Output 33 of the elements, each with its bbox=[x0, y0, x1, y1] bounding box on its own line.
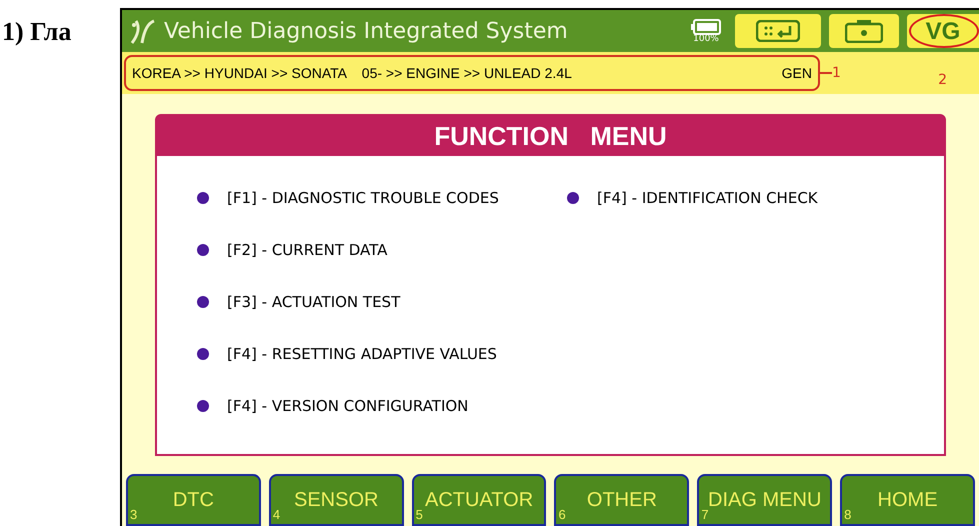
function-button[interactable]: OTHER 6 bbox=[554, 474, 690, 526]
button-number: 7 bbox=[701, 506, 709, 524]
logo-icon bbox=[128, 17, 156, 45]
window-title: Vehicle Diagnosis Integrated System bbox=[164, 18, 568, 46]
keyboard-button[interactable] bbox=[735, 14, 821, 48]
button-number: 6 bbox=[558, 506, 566, 524]
panel-title: FUNCTION MENU bbox=[434, 120, 667, 152]
camera-button[interactable] bbox=[829, 14, 899, 48]
keyboard-icon bbox=[756, 20, 800, 42]
menu-item[interactable]: [F4] - RESETTING ADAPTIVE VALUES bbox=[227, 342, 497, 366]
vg-button[interactable]: VG bbox=[907, 14, 979, 48]
function-button[interactable]: DTC 3 bbox=[126, 474, 261, 526]
function-button[interactable]: ACTUATOR 5 bbox=[412, 474, 546, 526]
annotation-number: 2 bbox=[938, 70, 947, 90]
breadcrumb-tag: GEN bbox=[782, 62, 812, 84]
button-number: 4 bbox=[272, 506, 280, 524]
function-button[interactable]: DIAG MENU 7 bbox=[697, 474, 832, 526]
menu-item[interactable]: [F1] - DIAGNOSTIC TROUBLE CODES bbox=[227, 186, 499, 210]
button-number: 5 bbox=[416, 506, 423, 524]
highlight-ellipse bbox=[909, 14, 979, 48]
button-number: 3 bbox=[130, 506, 138, 524]
battery-icon bbox=[691, 18, 721, 34]
function-button[interactable]: SENSOR 4 bbox=[268, 474, 404, 526]
menu-item[interactable]: [F3] - ACTUATION TEST bbox=[227, 290, 400, 314]
annotation-number: 1 bbox=[832, 64, 841, 82]
camera-icon bbox=[845, 19, 883, 43]
function-button[interactable]: HOME 8 bbox=[840, 474, 975, 526]
button-number: 8 bbox=[844, 506, 852, 524]
document-heading: 1) Гла bbox=[2, 17, 72, 46]
breadcrumb-path: KOREA >> HYUNDAI >> SONATA 05- >> ENGINE >> UNLEAD 2.4L bbox=[132, 64, 572, 82]
menu-item[interactable]: [F4] - IDENTIFICATION CHECK bbox=[597, 186, 818, 210]
menu-item[interactable]: [F2] - CURRENT DATA bbox=[227, 238, 388, 262]
menu-item[interactable]: [F4] - VERSION CONFIGURATION bbox=[227, 394, 468, 418]
